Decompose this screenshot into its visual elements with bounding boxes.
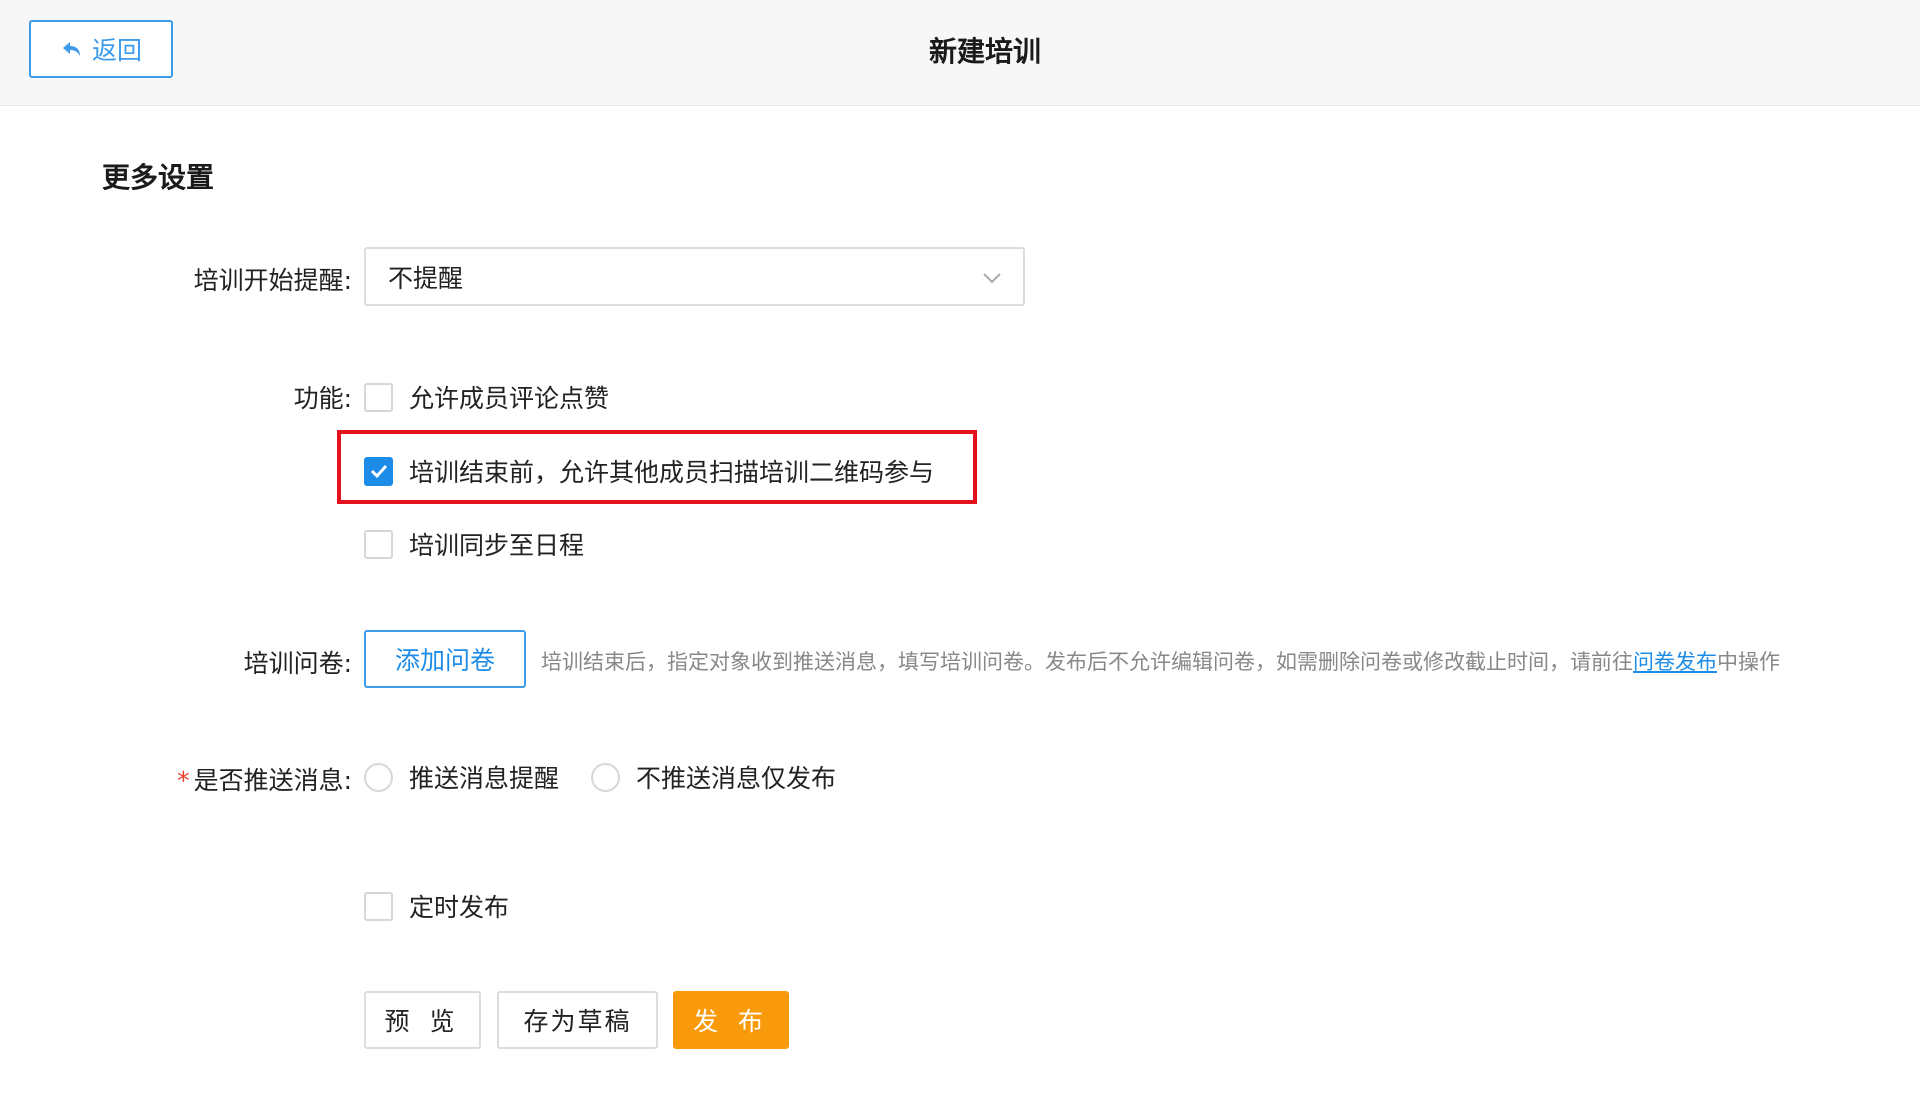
back-button-label: 返回: [91, 36, 142, 65]
required-mark: *: [177, 766, 190, 795]
scheduled-publish-label: 定时发布: [409, 893, 510, 922]
top-bar: 返回 新建培训: [0, 0, 1920, 106]
preview-button[interactable]: 预 览: [364, 991, 481, 1049]
survey-hint-suffix: 中操作: [1717, 650, 1780, 674]
feature-sync-calendar-label: 培训同步至日程: [409, 531, 585, 560]
reminder-label: 培训开始提醒:: [193, 266, 352, 295]
radio[interactable]: [591, 762, 620, 792]
checkbox[interactable]: [364, 382, 393, 412]
add-survey-button[interactable]: 添加问卷: [364, 630, 526, 688]
features-label: 功能:: [293, 384, 352, 413]
publish-button[interactable]: 发 布: [673, 991, 789, 1049]
chevron-down-icon: [983, 273, 1001, 284]
feature-qr-join-label: 培训结束前，允许其他成员扫描培训二维码参与: [409, 458, 935, 487]
back-button[interactable]: 返回: [29, 20, 173, 78]
save-draft-button[interactable]: 存为草稿: [497, 991, 658, 1049]
push-option-remind[interactable]: 推送消息提醒: [364, 759, 559, 795]
survey-hint-text: 培训结束后，指定对象收到推送消息，填写培训问卷。发布后不允许编辑问卷，如需删除问…: [541, 650, 1633, 674]
scheduled-publish[interactable]: 定时发布: [364, 888, 509, 924]
feature-qr-join[interactable]: 培训结束前，允许其他成员扫描培训二维码参与: [364, 453, 934, 489]
checkbox[interactable]: [364, 891, 393, 921]
reminder-select-value: 不提醒: [388, 263, 464, 293]
checkbox[interactable]: [364, 529, 393, 559]
survey-publish-link[interactable]: 问卷发布: [1633, 650, 1717, 674]
push-option-remind-label: 推送消息提醒: [409, 764, 560, 793]
page-title: 新建培训: [928, 35, 1041, 68]
back-arrow-icon: [62, 42, 80, 56]
push-option-publish-only-label: 不推送消息仅发布: [636, 764, 837, 793]
feature-comment-like-label: 允许成员评论点赞: [409, 384, 610, 413]
feature-sync-calendar[interactable]: 培训同步至日程: [364, 526, 584, 562]
survey-label: 培训问卷:: [243, 649, 352, 678]
push-label-text: 是否推送消息:: [193, 766, 352, 795]
check-icon: [370, 464, 387, 479]
checkbox-checked[interactable]: [364, 456, 393, 486]
radio[interactable]: [364, 762, 393, 792]
reminder-select[interactable]: 不提醒: [364, 247, 1025, 306]
feature-comment-like[interactable]: 允许成员评论点赞: [364, 379, 609, 415]
push-option-publish-only[interactable]: 不推送消息仅发布: [591, 759, 836, 795]
survey-hint: 培训结束后，指定对象收到推送消息，填写培训问卷。发布后不允许编辑问卷，如需删除问…: [541, 646, 1780, 676]
section-title: 更多设置: [102, 161, 215, 194]
push-label: * 是否推送消息:: [177, 761, 352, 797]
